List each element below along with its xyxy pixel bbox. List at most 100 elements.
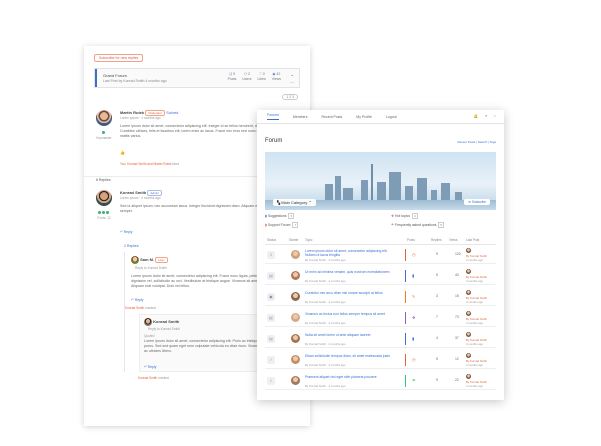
table-row[interactable]: ✓ Etiam sollicitudin tempus diam, sit ame… bbox=[265, 351, 496, 369]
tab-recent-posts[interactable]: Recent Posts bbox=[321, 115, 342, 119]
last-post-time: 4 months ago bbox=[466, 384, 483, 388]
status-icon: ▤ bbox=[267, 314, 275, 322]
avatar[interactable] bbox=[466, 311, 471, 316]
status-icon: ▣ bbox=[267, 293, 275, 301]
table-row[interactable]: ▤ Ut enim ad minima veniam, quis nostrum … bbox=[265, 267, 496, 285]
topic-meta: By Konrad Smith · 4 months ago bbox=[305, 321, 346, 325]
avatar[interactable] bbox=[96, 110, 112, 126]
status-icon: ▤ bbox=[267, 272, 275, 280]
filter-faq[interactable]: ☂ Frequently asked questions 5 bbox=[391, 222, 445, 228]
chevron-down-icon[interactable]: ▾ bbox=[485, 114, 487, 118]
table-row[interactable]: ⇩ Lorem ipsum dolor sit amet, consectetur… bbox=[265, 246, 496, 264]
avatar[interactable] bbox=[131, 256, 139, 264]
table-row[interactable]: ▤ Vivamus ac lectus non tellus semper tem… bbox=[265, 309, 496, 327]
topic-meta: By Konrad Smith · 4 months ago bbox=[305, 363, 346, 367]
topic-title[interactable]: Lorem ipsum dolor sit amet, consectetur … bbox=[305, 249, 399, 257]
table-row[interactable]: ▤ Nulla sit amet lorem ut ante aliquam la… bbox=[265, 330, 496, 348]
avatar[interactable] bbox=[466, 248, 471, 253]
tab-members[interactable]: Members bbox=[293, 115, 308, 119]
reply-to[interactable]: Reply to Konrad Smith bbox=[135, 266, 167, 270]
stat-views: ◉ 42 Views bbox=[271, 72, 281, 81]
author-role: Keymaster bbox=[94, 130, 114, 140]
col-starter: Starter bbox=[289, 238, 299, 242]
replies-count[interactable]: 6 Replies bbox=[96, 178, 111, 182]
avatar[interactable] bbox=[291, 355, 300, 364]
avatar[interactable] bbox=[466, 290, 471, 295]
avatar[interactable] bbox=[291, 292, 300, 301]
topic-title[interactable]: Nulla sit amet lorem ut ante aliquam lao… bbox=[305, 333, 399, 337]
category-color bbox=[405, 312, 406, 324]
topic-title[interactable]: Etiam sollicitudin tempus diam, sit amet… bbox=[305, 354, 399, 358]
avatar[interactable] bbox=[466, 353, 471, 358]
avatar[interactable] bbox=[291, 376, 300, 385]
avatar[interactable] bbox=[291, 334, 300, 343]
post-3-header: Sam M. User bbox=[131, 256, 168, 264]
author-name[interactable]: Konrad Smith bbox=[120, 190, 146, 195]
reply-button[interactable]: ↶ Reply bbox=[120, 230, 132, 234]
search-icon[interactable]: ⌕ bbox=[494, 114, 496, 118]
category-icon: ▮ bbox=[412, 273, 415, 278]
replies-count: 9 bbox=[436, 378, 438, 382]
role-badge: User bbox=[155, 257, 168, 264]
topic-title[interactable]: Ut enim ad minima veniam, quis nostrum e… bbox=[305, 270, 399, 274]
reply-button[interactable]: ↶ Reply bbox=[144, 365, 156, 369]
author-stats: Posts: 12 bbox=[94, 210, 114, 220]
last-post-time: 4 months ago bbox=[466, 321, 483, 325]
more-icon[interactable]: ··· bbox=[290, 80, 294, 85]
reply-button[interactable]: ↶ Reply bbox=[131, 298, 143, 302]
topic-title[interactable]: Praesent aliquet nisi eget nibh placerat… bbox=[305, 375, 399, 379]
replies-count-nested[interactable]: 2 Replies bbox=[124, 244, 139, 248]
like-icon[interactable]: 👍 bbox=[120, 150, 125, 155]
filter-support[interactable]: ▮ Support Forum 7 bbox=[265, 222, 299, 228]
avatar[interactable] bbox=[144, 318, 152, 326]
avatar[interactable] bbox=[291, 250, 300, 259]
table-row[interactable]: ✓ Praesent aliquet nisi eget nibh placera… bbox=[265, 372, 496, 390]
forum-links[interactable]: Recent Posts | Search | Tags bbox=[457, 140, 496, 144]
tab-logout[interactable]: Logout bbox=[386, 115, 397, 119]
topic-meta: By Konrad Smith · 4 months ago bbox=[305, 342, 346, 346]
topic-last-post[interactable]: Last Post by Konrad Smith 4 months ago bbox=[103, 79, 167, 83]
category-icon: ◷ bbox=[412, 357, 416, 362]
topic-meta: By Konrad Smith · 4 months ago bbox=[305, 300, 346, 304]
likes-line: You, Konrad Smith and Martin Rutek liked bbox=[120, 162, 180, 166]
replies-count: 5 bbox=[436, 357, 438, 361]
replies-count: 9 bbox=[436, 252, 438, 256]
table-row[interactable]: ▣ Curabitur nec arcu vitae nisl ornare su… bbox=[265, 288, 496, 306]
avatar[interactable] bbox=[96, 190, 112, 206]
category-icon: ☂ bbox=[412, 378, 416, 383]
category-dropdown[interactable]: ▚ Main Category ⌃ bbox=[273, 199, 316, 206]
stat-likes: ♡ 0 Likes bbox=[257, 72, 266, 81]
category-icon: ❖ bbox=[412, 315, 416, 320]
bell-icon[interactable]: 🔔 bbox=[474, 114, 478, 118]
post-meta: Lorem ipsum · 4 months ago bbox=[120, 196, 161, 200]
avatar[interactable] bbox=[466, 269, 471, 274]
reply-to[interactable]: Reply to Konrad Smith bbox=[148, 327, 180, 331]
top-tabs: Forums Members Recent Posts My Profile L… bbox=[257, 110, 504, 124]
author-name[interactable]: Sam M. bbox=[140, 257, 154, 262]
avatar[interactable] bbox=[291, 271, 300, 280]
last-post-time: 4 months ago bbox=[466, 342, 483, 346]
subscribe-button[interactable]: Subscribe for new replies bbox=[94, 54, 144, 62]
avatar[interactable] bbox=[291, 313, 300, 322]
topic-title[interactable]: Vivamus ac lectus non tellus semper temp… bbox=[305, 312, 399, 316]
stat-posts: ❏ 5 Posts bbox=[227, 72, 237, 81]
category-icon: ◷ bbox=[412, 252, 416, 257]
subscribe-button[interactable]: ✉ Subscribe bbox=[464, 199, 490, 205]
category-color bbox=[405, 270, 406, 282]
col-replies: Replies bbox=[431, 238, 442, 242]
last-post-time: 4 months ago bbox=[466, 363, 483, 367]
status-icon: ⇩ bbox=[267, 251, 275, 259]
filter-hot-topics[interactable]: ❖ Hot topics 4 bbox=[391, 213, 418, 219]
topic-title[interactable]: Curabitur nec arcu vitae nisl ornare sus… bbox=[305, 291, 399, 295]
category-icon: ✎ bbox=[412, 294, 416, 299]
author-name[interactable]: Konrad Smith bbox=[153, 319, 179, 324]
avatar[interactable] bbox=[466, 374, 471, 379]
author-name[interactable]: Martin Rutek bbox=[120, 110, 144, 115]
pagination[interactable]: 1 2 3 bbox=[282, 94, 298, 100]
chevron-down-icon[interactable]: ⌄ bbox=[291, 72, 294, 77]
tab-forums[interactable]: Forums bbox=[267, 113, 279, 120]
filter-suggestions[interactable]: ▮ Suggestions 3 bbox=[265, 213, 295, 219]
category-banner: ▚ Main Category ⌃ ✉ Subscribe bbox=[265, 152, 496, 210]
tab-my-profile[interactable]: My Profile bbox=[356, 115, 372, 119]
avatar[interactable] bbox=[466, 332, 471, 337]
